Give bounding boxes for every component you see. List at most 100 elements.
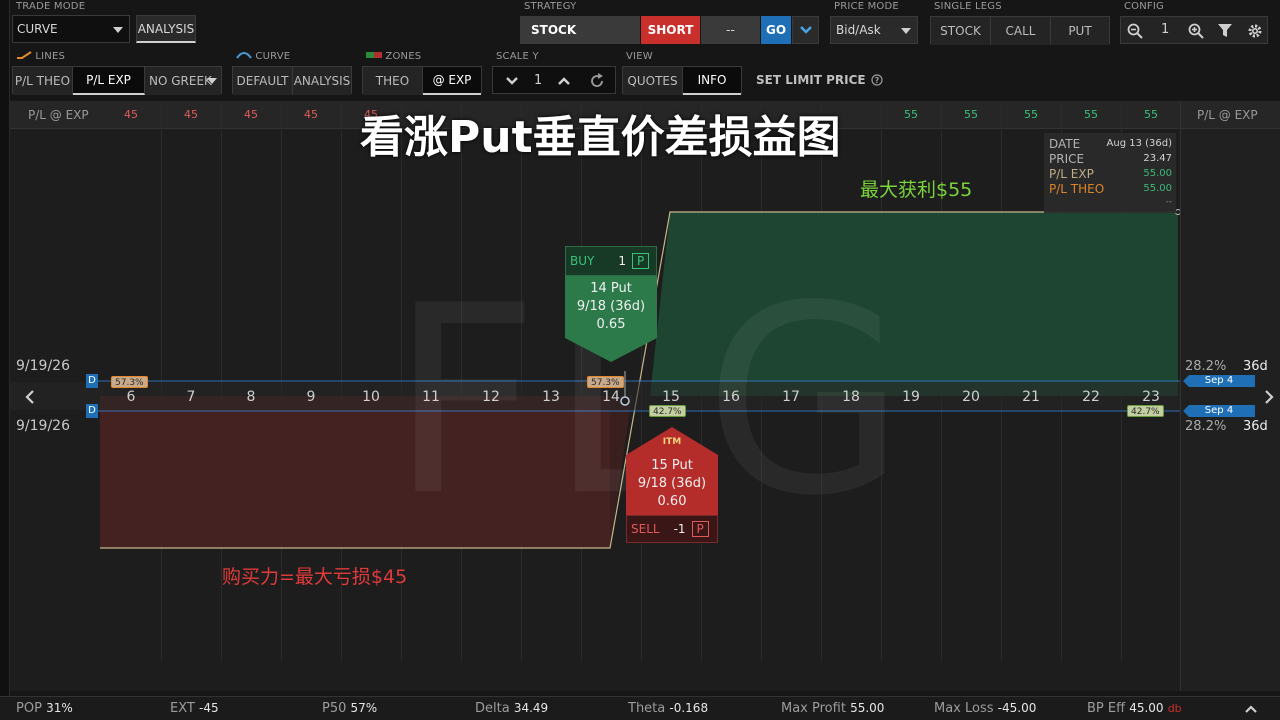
trade-mode-select[interactable]: CURVE — [12, 15, 130, 43]
view-quotes-button[interactable]: QUOTES — [623, 67, 683, 95]
probability-tag-right: 42.7% — [1127, 405, 1164, 417]
info-plexp-label: P/L EXP — [1049, 167, 1094, 181]
gear-icon[interactable] — [1247, 23, 1263, 39]
strategy-short-button[interactable]: SHORT — [641, 16, 700, 44]
date-top-label: 9/19/26 — [16, 358, 70, 374]
chevron-down-icon — [207, 78, 217, 84]
price-mode-select[interactable]: Bid/Ask — [830, 16, 918, 44]
sell-ticket-exp: 9/18 (36d) — [637, 476, 707, 491]
stat-pop: POP 31% — [16, 701, 73, 716]
buy-ticket-body: 14 Put 9/18 (36d) 0.65 — [565, 276, 657, 338]
buy-order-ticket[interactable]: BUY 1 P 14 Put 9/18 (36d) 0.65 — [565, 246, 657, 362]
go-button-label: GO — [765, 23, 787, 37]
set-limit-price-button[interactable]: SET LIMIT PRICE ? — [756, 73, 883, 87]
buy-ticket-type: P — [632, 253, 650, 269]
strategy-dash-select[interactable]: -- — [701, 16, 760, 44]
d-badge-bottom[interactable]: D — [86, 404, 98, 418]
zones-exp-button[interactable]: @ EXP — [423, 67, 481, 95]
stat-max-loss-value: -45.00 — [997, 701, 1037, 715]
single-leg-call-button[interactable]: CALL — [991, 17, 1051, 45]
info-price-label: PRICE — [1049, 152, 1085, 166]
lines-pl-exp-button[interactable]: P/L EXP — [73, 67, 145, 95]
trade-mode-label: TRADE MODE — [16, 1, 86, 12]
chart-title: 看涨Put垂直价差损益图 — [360, 112, 841, 163]
risk-profile-chart[interactable]: P/L @ EXP 45 45 45 45 45 55 55 55 55 55 FLG 67891… — [10, 101, 1180, 691]
chevron-up-icon[interactable] — [557, 76, 571, 86]
date-bottom-label: 9/19/26 — [16, 418, 70, 434]
trade-mode-value: CURVE — [17, 22, 58, 36]
probability-tag-mid-bottom: 42.7% — [649, 405, 686, 417]
strategy-stock-select[interactable]: STOCK — [520, 16, 640, 44]
price-tick-label: 12 — [482, 389, 500, 405]
right-bottom-date-tag[interactable]: Sep 4 — [1183, 405, 1255, 417]
cursor-info-box: DATE Aug 13 (36d) PRICE 23.47 P/L EXP 55… — [1044, 133, 1176, 213]
stat-p50-label: P50 — [322, 701, 347, 716]
right-top-date: Sep 4 — [1204, 375, 1234, 386]
sell-order-ticket[interactable]: ITM 15 Put 9/18 (36d) 0.60 SELL -1 P — [626, 427, 718, 543]
zoom-in-icon[interactable] — [1188, 23, 1204, 39]
max-profit-annotation: 最大获利$55 — [860, 179, 973, 201]
price-tick-label: 20 — [962, 389, 980, 405]
zones-theo-button[interactable]: THEO — [363, 67, 423, 95]
stat-max-loss: Max Loss -45.00 — [934, 701, 1036, 716]
right-top-date-tag[interactable]: Sep 4 — [1183, 375, 1255, 387]
go-dropdown-button[interactable] — [792, 16, 819, 44]
analysis-button-label: ANALYSIS — [137, 21, 195, 36]
zones-label: ZONES — [366, 51, 421, 62]
price-tick-label: 13 — [542, 389, 560, 405]
sell-ticket-qty: -1 — [673, 522, 686, 536]
lines-greek-select[interactable]: NO GREEK — [145, 67, 221, 95]
scale-y-group: 1 — [492, 66, 616, 94]
stat-delta-value: 34.49 — [513, 701, 549, 715]
stat-max-loss-label: Max Loss — [934, 701, 994, 716]
curve-default-button[interactable]: DEFAULT — [233, 67, 293, 95]
stat-theta-label: Theta — [628, 701, 666, 716]
stat-max-profit-label: Max Profit — [781, 701, 846, 716]
info-date-value: Aug 13 (36d) — [1106, 138, 1172, 149]
reset-icon[interactable] — [589, 73, 605, 89]
right-panel-header-label: P/L @ EXP — [1197, 108, 1258, 122]
chevron-up-icon[interactable] — [1244, 704, 1258, 714]
stat-ext: EXT -45 — [170, 701, 219, 716]
stat-pop-value: 31% — [46, 701, 73, 715]
zoom-out-icon[interactable] — [1127, 23, 1143, 39]
stat-theta-value: -0.168 — [669, 701, 709, 715]
sell-ticket-body: ITM 15 Put 9/18 (36d) 0.60 — [626, 437, 718, 515]
chevron-down-icon[interactable] — [505, 76, 519, 86]
right-bottom-days: 36d — [1243, 419, 1268, 434]
help-icon[interactable]: ? — [870, 74, 883, 86]
info-price-value: 23.47 — [1143, 153, 1172, 164]
price-tick-label: 10 — [362, 389, 380, 405]
right-top-days: 36d — [1243, 359, 1268, 374]
curve-label: CURVE — [236, 51, 290, 62]
info-more: -- — [1165, 197, 1173, 207]
scroll-left-icon[interactable] — [24, 390, 36, 404]
curve-analysis-button[interactable]: ANALYSIS — [293, 67, 351, 95]
stat-ext-label: EXT — [170, 701, 195, 716]
lines-pl-theo-button[interactable]: P/L THEO — [13, 67, 73, 95]
left-rail — [0, 0, 10, 720]
strategy-dash-label: -- — [726, 23, 735, 37]
analysis-button[interactable]: ANALYSIS — [136, 15, 196, 43]
scale-y-value: 1 — [534, 73, 543, 88]
buy-ticket-side: BUY — [570, 254, 595, 268]
price-tick-label: 19 — [902, 389, 920, 405]
d-badge-top[interactable]: D — [86, 374, 98, 388]
sell-ticket-price: 0.60 — [657, 494, 687, 509]
stat-p50-value: 57% — [350, 701, 378, 715]
view-info-button[interactable]: INFO — [683, 67, 741, 95]
single-leg-stock-button[interactable]: STOCK — [931, 17, 991, 45]
go-button[interactable]: GO — [761, 16, 791, 44]
single-leg-put-button[interactable]: PUT — [1051, 17, 1109, 45]
sell-ticket-footer: SELL -1 P — [626, 515, 718, 543]
filter-icon[interactable] — [1218, 24, 1232, 38]
stat-ext-value: -45 — [198, 701, 219, 715]
zoom-level: 1 — [1161, 22, 1170, 37]
single-legs-group: STOCK CALL PUT — [930, 16, 1110, 45]
price-tick-label: 21 — [1022, 389, 1040, 405]
stats-bar: POP 31% EXT -45 P50 57% Delta 34.49 Thet… — [0, 696, 1280, 720]
config-group: 1 — [1120, 16, 1268, 44]
scroll-right-icon[interactable] — [1263, 390, 1275, 404]
stat-p50: P50 57% — [322, 701, 377, 716]
view-group: QUOTES INFO — [622, 66, 742, 95]
